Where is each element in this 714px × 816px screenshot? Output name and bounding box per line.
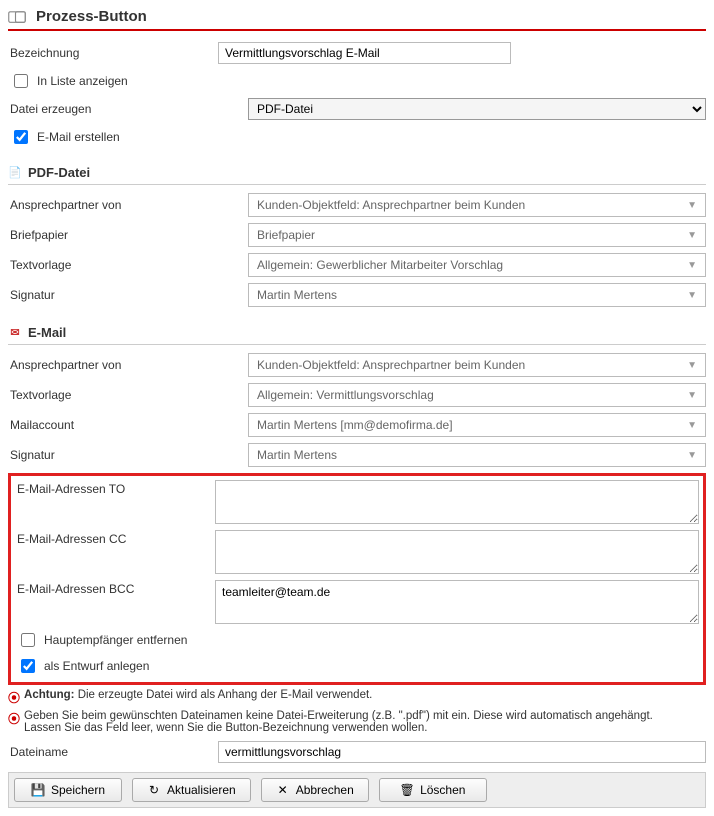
pdf-signatur-label: Signatur xyxy=(8,288,218,302)
chevron-down-icon: ▼ xyxy=(687,420,697,431)
envelope-icon: ✉ xyxy=(8,326,22,340)
email-erstellen-label: E-Mail erstellen xyxy=(37,130,120,144)
entwurf-checkbox[interactable] xyxy=(21,659,35,673)
pdf-ansprech-select[interactable]: Kunden-Objektfeld: Ansprechpartner beim … xyxy=(248,193,706,217)
chevron-down-icon: ▼ xyxy=(687,450,697,461)
pdf-icon: 📄 xyxy=(8,166,22,180)
email-bcc-label: E-Mail-Adressen BCC xyxy=(15,580,215,596)
button-bar: 💾 Speichern ↻ Aktualisieren ✕ Abbrechen … xyxy=(8,772,706,808)
chevron-down-icon: ▼ xyxy=(687,360,697,371)
email-section-title: E-Mail xyxy=(28,325,66,340)
bezeichnung-label: Bezeichnung xyxy=(8,46,218,60)
email-cc-label: E-Mail-Adressen CC xyxy=(15,530,215,546)
save-icon: 💾 xyxy=(31,783,45,797)
pdf-section-title: PDF-Datei xyxy=(28,165,90,180)
dateiname-input[interactable] xyxy=(218,741,706,763)
dateiname-label: Dateiname xyxy=(8,745,218,759)
pdf-signatur-select[interactable]: Martin Mertens ▼ xyxy=(248,283,706,307)
entwurf-label: als Entwurf anlegen xyxy=(44,659,149,673)
warning-icon: ⦿ xyxy=(8,689,20,706)
email-to-textarea[interactable] xyxy=(215,480,699,524)
achtung-notice: ⦿ Achtung: Die erzeugte Datei wird als A… xyxy=(8,689,706,706)
in-liste-checkbox[interactable] xyxy=(14,74,28,88)
close-icon: ✕ xyxy=(276,783,290,797)
hint-notice: ⦿ Geben Sie beim gewünschten Dateinamen … xyxy=(8,710,706,734)
refresh-icon: ↻ xyxy=(147,783,161,797)
pdf-briefpapier-label: Briefpapier xyxy=(8,228,218,242)
chevron-down-icon: ▼ xyxy=(687,230,697,241)
email-ansprech-select[interactable]: Kunden-Objektfeld: Ansprechpartner beim … xyxy=(248,353,706,377)
email-signatur-label: Signatur xyxy=(8,448,218,462)
email-signatur-select[interactable]: Martin Mertens ▼ xyxy=(248,443,706,467)
email-textvorlage-label: Textvorlage xyxy=(8,388,218,402)
email-addresses-highlight: E-Mail-Adressen TO E-Mail-Adressen CC E-… xyxy=(8,473,706,685)
cancel-button[interactable]: ✕ Abbrechen xyxy=(261,778,369,802)
chevron-down-icon: ▼ xyxy=(687,260,697,271)
email-bcc-textarea[interactable] xyxy=(215,580,699,624)
save-button[interactable]: 💾 Speichern xyxy=(14,778,122,802)
delete-button[interactable]: 🗑 Löschen xyxy=(379,778,487,802)
chevron-down-icon: ▼ xyxy=(687,390,697,401)
datei-erzeugen-label: Datei erzeugen xyxy=(8,102,218,116)
bezeichnung-input[interactable] xyxy=(218,42,511,64)
info-icon: ⦿ xyxy=(8,710,20,727)
page-title: Prozess-Button xyxy=(36,8,147,25)
hauptempfaenger-label: Hauptempfänger entfernen xyxy=(44,633,187,647)
email-textvorlage-select[interactable]: Allgemein: Vermittlungsvorschlag ▼ xyxy=(248,383,706,407)
chevron-down-icon: ▼ xyxy=(687,200,697,211)
email-cc-textarea[interactable] xyxy=(215,530,699,574)
email-ansprech-label: Ansprechpartner von xyxy=(8,358,218,372)
in-liste-label: In Liste anzeigen xyxy=(37,74,128,88)
hauptempfaenger-checkbox[interactable] xyxy=(21,633,35,647)
tag-icon xyxy=(8,10,26,24)
email-mailaccount-label: Mailaccount xyxy=(8,418,218,432)
pdf-textvorlage-label: Textvorlage xyxy=(8,258,218,272)
email-erstellen-checkbox[interactable] xyxy=(14,130,28,144)
pdf-briefpapier-select[interactable]: Briefpapier ▼ xyxy=(248,223,706,247)
email-to-label: E-Mail-Adressen TO xyxy=(15,480,215,496)
chevron-down-icon: ▼ xyxy=(687,290,697,301)
pdf-textvorlage-select[interactable]: Allgemein: Gewerblicher Mitarbeiter Vors… xyxy=(248,253,706,277)
datei-erzeugen-select[interactable]: PDF-Datei xyxy=(248,98,706,120)
refresh-button[interactable]: ↻ Aktualisieren xyxy=(132,778,251,802)
trash-icon: 🗑 xyxy=(400,783,414,797)
email-mailaccount-select[interactable]: Martin Mertens [mm@demofirma.de] ▼ xyxy=(248,413,706,437)
pdf-ansprech-label: Ansprechpartner von xyxy=(8,198,218,212)
